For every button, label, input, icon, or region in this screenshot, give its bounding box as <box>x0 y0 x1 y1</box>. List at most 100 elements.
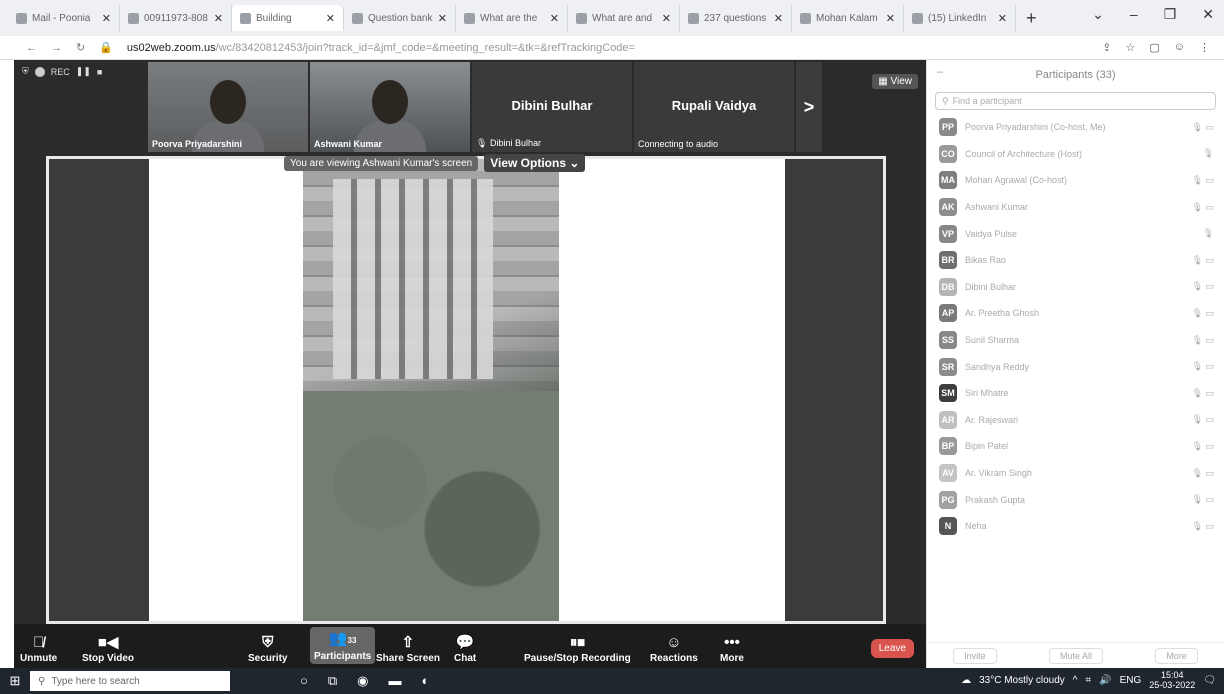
tab-favicon-icon <box>912 12 923 24</box>
participant-row[interactable]: PG Prakash Gupta 🎙 ▭ <box>927 486 1224 513</box>
profile-icon[interactable]: ☺ <box>1174 41 1185 54</box>
task-view-icon[interactable]: ⧉ <box>328 673 337 689</box>
browser-tab-active[interactable]: Building ✕ <box>232 5 344 31</box>
panel-more-button[interactable]: More <box>1155 647 1198 664</box>
forward-icon[interactable]: → <box>51 42 62 54</box>
weather-text[interactable]: 33°C Mostly cloudy <box>979 675 1065 686</box>
participant-name: Bipin Patel <box>965 441 1009 452</box>
participant-search-input[interactable]: ⚲ Find a participant <box>935 92 1216 110</box>
language-indicator[interactable]: ENG <box>1120 675 1142 686</box>
participant-strip: Poorva Priyadarshini Ashwani Kumar Dibin… <box>148 62 822 152</box>
cortana-icon[interactable]: ○ <box>300 673 308 689</box>
shield-icon: ⛨ <box>22 66 29 76</box>
clock[interactable]: 15:04 25-03-2022 <box>1149 670 1195 690</box>
participant-row[interactable]: MA Mohan Agrawal (Co-host) 🎙 ▭ <box>927 167 1224 194</box>
smiley-icon: ☺ <box>666 634 682 651</box>
mute-all-button[interactable]: Mute All <box>1048 647 1103 664</box>
stop-icon[interactable]: ■ <box>97 67 102 77</box>
mic-video-icons: 🎙 ▭ <box>1191 121 1214 132</box>
participant-row[interactable]: SM Siri Mhatre 🎙 ▭ <box>927 380 1224 407</box>
avatar: AV <box>939 464 957 483</box>
browser-tab[interactable]: Mohan Kalam ✕ <box>792 5 904 31</box>
avatar: AK <box>939 198 957 217</box>
browser-tab[interactable]: 237 questions ✕ <box>680 5 792 31</box>
browser-tab[interactable]: 00911973-808 ✕ <box>120 5 232 31</box>
participant-row[interactable]: BR Bikas Rao 🎙 ▭ <box>927 247 1224 274</box>
recording-label: Pause/Stop Recording <box>524 653 631 664</box>
share-icon[interactable]: ⇪ <box>1102 41 1111 54</box>
maximize-icon[interactable]: ❐ <box>1164 6 1177 23</box>
close-icon[interactable]: ✕ <box>102 12 111 25</box>
invite-button[interactable]: Invite <box>953 647 997 664</box>
unmute-button[interactable]: 🎙̸ Unmute <box>20 633 57 664</box>
close-icon[interactable]: ✕ <box>886 12 895 25</box>
participant-video-tile[interactable]: Poorva Priyadarshini <box>148 62 308 152</box>
browser-tab[interactable]: What are and ✕ <box>568 5 680 31</box>
meeting-toolbar: 🎙̸ Unmute ■◀ Stop Video ⛨ Security 👥33 Parti… <box>14 624 926 668</box>
participant-video-tile[interactable]: Ashwani Kumar <box>310 62 470 152</box>
view-button[interactable]: ▦ View <box>872 74 918 89</box>
taskbar-search-input[interactable]: ⚲ Type here to search <box>30 671 230 691</box>
participant-row[interactable]: N Neha 🎙 ▭ <box>927 513 1224 540</box>
minimize-icon[interactable]: – <box>937 66 943 78</box>
close-icon[interactable]: ✕ <box>438 12 447 25</box>
participant-row[interactable]: PP Poorva Priyadarshini (Co-host, Me) 🎙 ▭ <box>927 114 1224 141</box>
participant-row[interactable]: AV Ar. Vikram Singh 🎙 ▭ <box>927 460 1224 487</box>
browser-tab[interactable]: (15) LinkedIn ✕ <box>904 5 1016 31</box>
extension-icon[interactable]: ▢ <box>1149 41 1159 54</box>
leave-button[interactable]: Leave <box>870 639 914 658</box>
menu-icon[interactable]: ⋮ <box>1199 41 1210 54</box>
participant-row[interactable]: BP Bipin Patel 🎙 ▭ <box>927 433 1224 460</box>
close-icon[interactable]: ✕ <box>214 12 223 25</box>
browser-tab[interactable]: What are the ✕ <box>456 5 568 31</box>
participant-row[interactable]: DB Dibini Bulhar 🎙 ▭ <box>927 274 1224 301</box>
close-window-icon[interactable]: ✕ <box>1202 6 1214 23</box>
chrome-icon[interactable]: ◉ <box>357 673 368 689</box>
browser-tab[interactable]: Question bank ✕ <box>344 5 456 31</box>
windows-start-icon[interactable]: ⊞ <box>0 673 30 689</box>
participant-name-tile[interactable]: Rupali Vaidya Connecting to audio <box>634 62 794 152</box>
participant-row[interactable]: AK Ashwani Kumar 🎙 ▭ <box>927 194 1224 221</box>
reactions-button[interactable]: ☺ Reactions <box>650 633 698 664</box>
close-icon[interactable]: ✕ <box>662 12 671 25</box>
minimize-icon[interactable]: – <box>1130 6 1138 23</box>
new-tab-button[interactable]: + <box>1026 8 1037 29</box>
notification-icon[interactable]: 🗨 <box>1203 675 1216 686</box>
chat-button[interactable]: 💬 Chat <box>454 633 476 664</box>
network-icon[interactable]: ⌗ <box>1085 675 1091 686</box>
security-button[interactable]: ⛨ Security <box>248 633 287 664</box>
lock-icon: 🔒 <box>99 42 113 54</box>
chevron-down-icon[interactable]: ⌄ <box>1092 6 1104 23</box>
more-button[interactable]: ••• More <box>720 633 744 664</box>
file-explorer-icon[interactable]: ▬ <box>389 673 402 689</box>
participant-row[interactable]: AP Ar. Preetha Ghosh 🎙 ▭ <box>927 300 1224 327</box>
view-options-button[interactable]: View Options ⌄ <box>484 154 586 172</box>
participant-name-tile[interactable]: Dibini Bulhar 🎙 Dibini Bulhar <box>472 62 632 152</box>
participant-row[interactable]: VP Vaidya Pulse 🎙 <box>927 220 1224 247</box>
browser-tab[interactable]: Mail - Poonia ✕ <box>8 5 120 31</box>
participant-row[interactable]: CO Council of Architecture (Host) 🎙 <box>927 141 1224 168</box>
share-screen-button[interactable]: ⇧ Share Screen <box>376 633 440 664</box>
next-page-button[interactable]: > <box>796 62 822 152</box>
pause-icon[interactable]: ❚❚ <box>76 66 91 77</box>
volume-icon[interactable]: 🔊 <box>1099 675 1111 686</box>
avatar: SM <box>939 384 957 403</box>
avatar: CO <box>939 144 957 163</box>
close-icon[interactable]: ✕ <box>998 12 1007 25</box>
participants-button[interactable]: 👥33 Participants <box>310 627 376 664</box>
star-icon[interactable]: ☆ <box>1125 41 1135 54</box>
back-icon[interactable]: ← <box>26 42 37 54</box>
participant-row[interactable]: AR Ar. Rajeswari 🎙 ▭ <box>927 407 1224 434</box>
close-icon[interactable]: ✕ <box>774 12 783 25</box>
stop-video-button[interactable]: ■◀ Stop Video <box>82 633 134 664</box>
pause-stop-recording-button[interactable]: ⏸⏹ Pause/Stop Recording <box>524 633 631 664</box>
url-field[interactable]: us02web.zoom.us/wc/83420812453/join?trac… <box>127 42 1088 54</box>
close-icon[interactable]: ✕ <box>326 12 335 25</box>
chevron-up-icon[interactable]: ^ <box>1073 675 1078 686</box>
edge-icon[interactable]: ◐ <box>422 673 430 689</box>
close-icon[interactable]: ✕ <box>550 12 559 25</box>
participant-row[interactable]: SR Sandhya Reddy 🎙 ▭ <box>927 353 1224 380</box>
stop-video-label: Stop Video <box>82 653 135 664</box>
reload-icon[interactable]: ↻ <box>76 41 85 54</box>
participant-row[interactable]: SS Sunil Sharma 🎙 ▭ <box>927 327 1224 354</box>
